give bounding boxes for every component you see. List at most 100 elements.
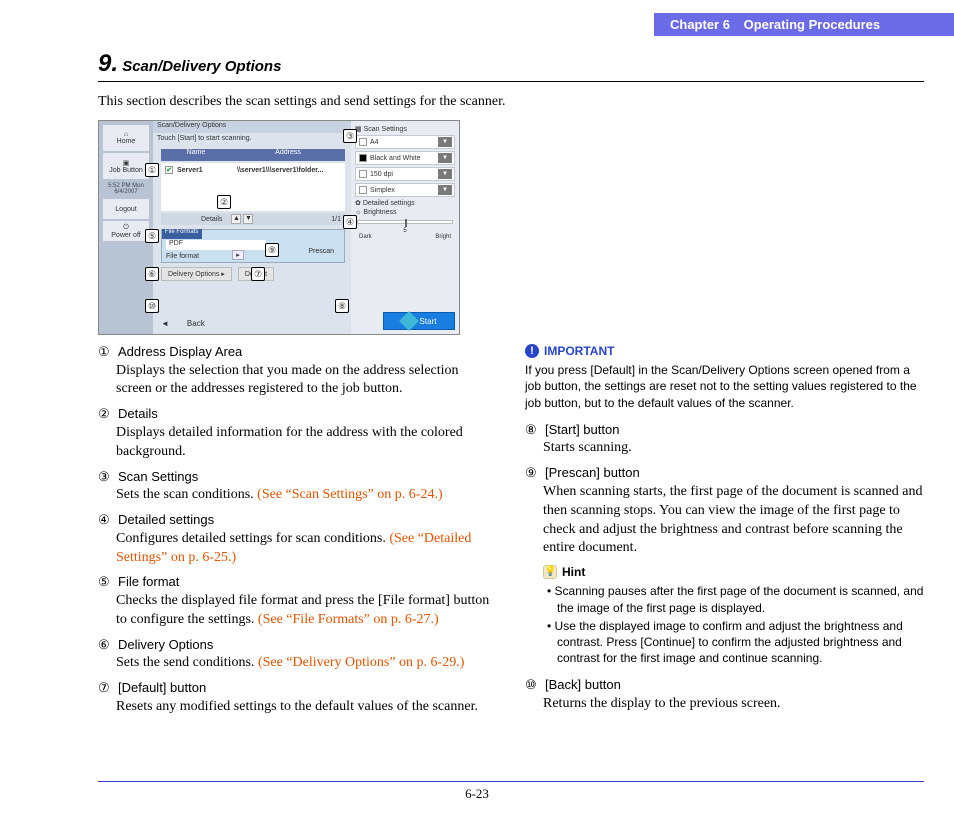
chevron-down-icon: ▼ [438,169,452,179]
pdf-value: PDF [166,240,266,250]
link-scan-settings[interactable]: (See “Scan Settings” on p. 6-24.) [257,487,442,502]
callout-9: ⑨ [265,243,279,257]
address-header: Name Address [161,149,345,161]
home-icon: ⌂ [124,131,128,138]
paper-icon [359,138,367,146]
callout-6: ⑥ [145,267,159,281]
back-button[interactable]: Back [187,319,205,328]
item-5: ⑤File format Checks the displayed file f… [98,573,497,629]
section-name: Scan/Delivery Options [122,58,281,75]
item-1: ①Address Display Area Displays the selec… [98,343,497,399]
file-formats-tab: File Formats [162,229,202,239]
item-2: ②Details Displays detailed information f… [98,405,497,461]
left-column: ①Address Display Area Displays the selec… [98,343,497,723]
next-icon[interactable]: ▼ [243,214,253,224]
ss-scan-settings-panel: ▦Scan Settings A4▼ Black and White▼ 150 … [351,121,459,334]
prev-icon[interactable]: ▲ [231,214,241,224]
home-button[interactable]: ⌂Home [103,125,149,151]
start-icon [399,311,419,331]
bottom-bar: ◄ Back [161,316,345,330]
chapter-number: Chapter 6 [670,17,730,32]
callout-7: ⑦ [251,267,265,281]
clock-label: 5:52 PM Mon 6/4/2007 [103,183,149,195]
file-format-label[interactable]: File format [166,253,199,260]
address-list-empty [161,177,345,211]
hint-bullet-1: Scanning pauses after the first page of … [557,583,924,615]
important-icon: ! [525,344,539,358]
important-text: If you press [Default] in the Scan/Deliv… [525,362,924,411]
item-10: ⑩[Back] button Returns the display to th… [525,676,924,713]
gear-icon: ✿ [355,199,361,207]
detailed-settings-button[interactable]: ✿Detailed settings [355,199,455,207]
check-icon: ✔ [165,166,173,174]
brightness-control: ☼Brightness 5 Dark Bright [355,209,455,239]
dpi-select[interactable]: 150 dpi▼ [355,167,455,181]
col-address: Address [231,149,345,161]
section-title: 9. Scan/Delivery Options [98,50,924,82]
color-mode-select[interactable]: Black and White▼ [355,151,455,165]
delivery-options-button[interactable]: Delivery Options ▸ [161,267,232,281]
ss-panel-title: Scan/Delivery Options [153,121,353,133]
hint-icon: 💡 [543,565,557,579]
item-6: ⑥Delivery Options Sets the send conditio… [98,636,497,673]
color-icon [359,154,367,162]
scan-settings-label: ▦Scan Settings [355,125,455,133]
chapter-title: Operating Procedures [744,17,881,32]
right-column: ! IMPORTANT If you press [Default] in th… [525,343,924,723]
server-name: Server1 [177,167,237,174]
start-button[interactable]: Start [383,312,455,330]
chapter-header: Chapter 6 Operating Procedures [654,13,954,36]
item-9: ⑨[Prescan] button When scanning starts, … [525,464,924,558]
item-4: ④Detailed settings Configures detailed s… [98,511,497,567]
callout-1: ① [145,163,159,177]
job-icon: ▣ [123,159,130,167]
callout-8: ⑧ [335,299,349,313]
hint-bullet-2: Use the displayed image to confirm and a… [557,618,924,667]
ss-main-panel: Scan/Delivery Options Touch [Start] to s… [153,121,353,334]
simplex-icon [359,186,367,194]
callout-4: ④ [343,215,357,229]
address-row[interactable]: ✔ Server1 \\server1\\\server1\folder... [161,163,345,177]
file-format-arrow-icon[interactable]: ▸ [232,250,244,260]
link-delivery-options[interactable]: (See “Delivery Options” on p. 6-29.) [258,655,464,670]
dark-label: Dark [359,234,372,240]
poweroff-button[interactable]: ⏻Power off [103,221,149,241]
ss-instruction: Touch [Start] to start scanning. [153,133,353,144]
server-path: \\server1\\\server1\folder... [237,167,323,174]
dpi-icon [359,170,367,178]
power-icon: ⏻ [123,224,129,232]
important-label: IMPORTANT [544,343,614,359]
brightness-slider[interactable] [357,220,453,224]
job-button[interactable]: ▣Job Button [103,153,149,179]
footer-rule [98,781,924,782]
item-7: ⑦[Default] button Resets any modified se… [98,679,497,716]
callout-5: ⑤ [145,229,159,243]
section-number: 9. [98,50,118,77]
hint-label: Hint [562,564,585,580]
important-note: ! IMPORTANT If you press [Default] in th… [525,343,924,411]
page-number: 6-23 [0,786,954,802]
paper-size-select[interactable]: A4▼ [355,135,455,149]
file-format-box: File Formats PDF File format ▸ Prescan [161,229,345,263]
chevron-down-icon: ▼ [438,153,452,163]
logout-button[interactable]: Logout [103,199,149,219]
duplex-select[interactable]: Simplex▼ [355,183,455,197]
chevron-down-icon: ▼ [438,185,452,195]
description-columns: ①Address Display Area Displays the selec… [98,343,924,723]
chevron-down-icon: ▼ [438,137,452,147]
link-file-formats[interactable]: (See “File Formats” on p. 6-27.) [258,612,439,627]
item-3: ③Scan Settings Sets the scan conditions.… [98,468,497,505]
callout-2: ② [217,195,231,209]
intro-text: This section describes the scan settings… [98,94,924,110]
scanner-ui-screenshot: ⌂Home ▣Job Button 5:52 PM Mon 6/4/2007 L… [98,120,460,335]
details-label[interactable]: Details [161,216,230,223]
bright-label: Bright [435,234,451,240]
item-8: ⑧[Start] button Starts scanning. [525,421,924,458]
callout-10: ⑩ [145,299,159,313]
hint-note: 💡 Hint Scanning pauses after the first p… [525,564,924,666]
details-bar: Details ▲ ▼ 1/1 [161,213,345,225]
page-content: 9. Scan/Delivery Options This section de… [98,50,924,723]
callout-3: ③ [343,129,357,143]
prescan-button[interactable]: Prescan [308,248,334,255]
back-arrow-icon[interactable]: ◄ [161,319,169,328]
